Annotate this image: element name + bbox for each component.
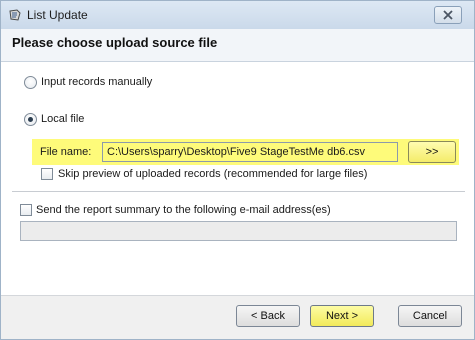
browse-button[interactable]: >> [408, 141, 456, 163]
close-icon [443, 10, 453, 20]
skip-preview-label[interactable]: Skip preview of uploaded records (recomm… [58, 168, 367, 180]
header-panel: Please choose upload source file [1, 29, 474, 62]
back-button[interactable]: < Back [236, 305, 300, 327]
separator [12, 191, 465, 192]
skip-preview-checkbox[interactable] [41, 168, 53, 180]
title-bar[interactable]: List Update [1, 1, 474, 29]
input-manually-label[interactable]: Input records manually [41, 76, 152, 88]
file-name-input[interactable]: C:\Users\sparry\Desktop\Five9 StageTestM… [102, 142, 398, 162]
page-title: Please choose upload source file [12, 35, 218, 50]
send-summary-checkbox[interactable] [20, 204, 32, 216]
cancel-button[interactable]: Cancel [398, 305, 462, 327]
local-file-label[interactable]: Local file [41, 113, 84, 125]
file-name-label: File name: [40, 146, 92, 158]
send-summary-label[interactable]: Send the report summary to the following… [36, 204, 331, 216]
input-manually-radio[interactable] [24, 76, 37, 89]
local-file-radio[interactable] [24, 113, 37, 126]
list-update-icon [9, 9, 21, 21]
email-input[interactable] [20, 221, 457, 241]
footer: < Back Next > Cancel [1, 295, 474, 339]
window-title: List Update [27, 8, 88, 22]
close-button[interactable] [434, 6, 462, 24]
radio-selected-dot [28, 117, 33, 122]
next-button[interactable]: Next > [310, 305, 374, 327]
list-update-window: List Update Please choose upload source … [0, 0, 475, 340]
